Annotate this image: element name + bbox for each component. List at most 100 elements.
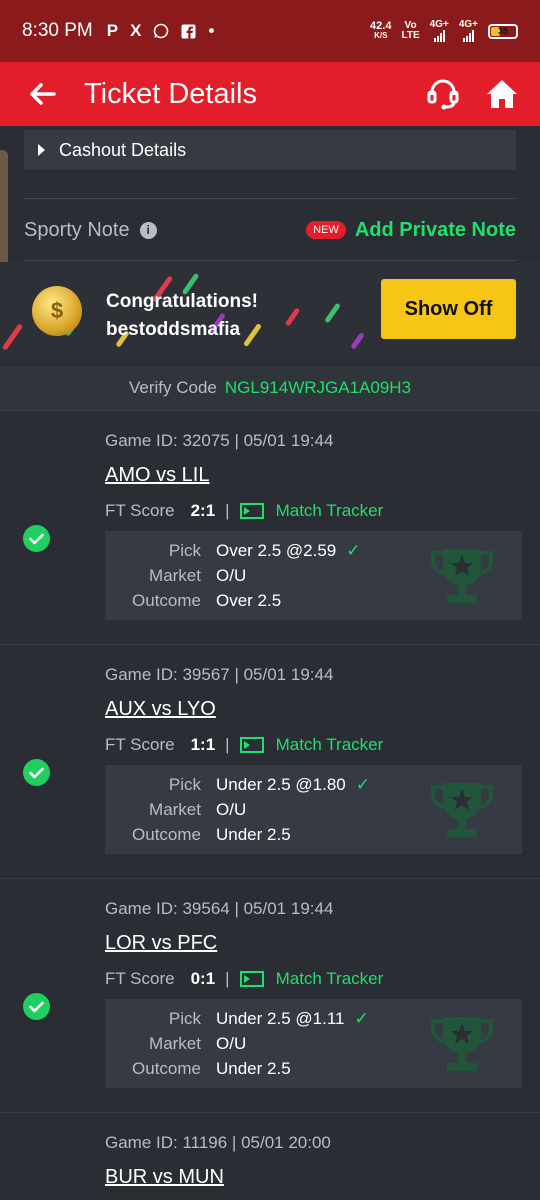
facebook-icon [181, 24, 196, 39]
pick-details: Pick Under 2.5 @1.80 ✓ Market O/U Outcome Un… [105, 765, 522, 854]
volte-bottom: LTE [401, 30, 420, 41]
cashout-label: Cashout Details [59, 139, 187, 160]
battery-level: 35 [497, 26, 508, 36]
notification-icons: P X • [107, 21, 215, 41]
game-id: Game ID: 39567 | 05/01 19:44 [105, 665, 334, 684]
info-icon[interactable]: i [139, 221, 157, 239]
ft-score-label: FT Score [105, 735, 175, 754]
coin-icon: $ [32, 286, 82, 336]
signal-bars-icon [433, 30, 445, 42]
match-tracker-icon[interactable] [239, 971, 264, 987]
pick-check-icon: ✓ [354, 1009, 369, 1028]
pick-label: Pick [168, 1009, 201, 1028]
ft-score-label: FT Score [105, 969, 175, 988]
ft-score-row: FT Score 0:1 | Match Tracker [105, 969, 383, 989]
game-id: Game ID: 11196 | 05/01 20:00 [105, 1133, 331, 1152]
pick-label: Pick [168, 541, 201, 560]
congrats-line1: Congratulations! [106, 291, 258, 312]
match-tracker-link[interactable]: Match Tracker [276, 735, 384, 755]
back-arrow-icon[interactable] [22, 82, 62, 106]
side-handle [0, 150, 8, 280]
customer-support-icon[interactable] [426, 77, 460, 111]
net-speed-unit: K/S [374, 31, 388, 40]
net-speed: 42.4 K/S [370, 21, 391, 41]
app-header: Ticket Details [0, 62, 540, 126]
match-tracker-icon[interactable] [239, 737, 264, 753]
market-label: Market [149, 1034, 201, 1053]
congrats-banner: $ Congratulations! bestoddsmafia Show Of… [0, 262, 540, 364]
match-teams-link[interactable]: AUX vs LYO [105, 698, 216, 721]
sporty-note-label: Sporty Note [24, 218, 130, 241]
battery-icon: 35 [488, 23, 518, 39]
won-check-icon [23, 993, 50, 1020]
show-off-button[interactable]: Show Off [381, 279, 516, 339]
market-label: Market [149, 800, 201, 819]
match-teams-link[interactable]: BUR vs MUN [105, 1166, 224, 1189]
expand-triangle-icon [38, 144, 45, 156]
score-separator: | [225, 501, 230, 520]
outcome-label: Outcome [132, 825, 201, 844]
signal-bars-icon [462, 30, 474, 42]
dot-icon: • [208, 21, 215, 40]
sim1-label: 4G+ [429, 19, 449, 30]
status-time: 8:30 PM [22, 20, 93, 41]
verify-code-label: Verify Code [128, 378, 217, 397]
trophy-icon [431, 783, 493, 837]
market-label: Market [149, 566, 201, 585]
page-title: Ticket Details [84, 77, 257, 110]
system-indicators: 42.4 K/S Vo LTE 4G+ 4G+ 35 [370, 20, 518, 42]
match-teams-link[interactable]: LOR vs PFC [105, 932, 217, 955]
add-private-note-button[interactable]: NEW Add Private Note [306, 219, 516, 242]
net-speed-value: 42.4 [370, 20, 392, 32]
pick-value: Under 2.5 @1.11 [216, 1009, 345, 1028]
won-check-icon [23, 759, 50, 786]
score-separator: | [225, 969, 230, 988]
sim1-signal: 4G+ [430, 20, 449, 42]
x-app-icon: X [130, 21, 142, 40]
match-tracker-link[interactable]: Match Tracker [276, 501, 384, 521]
game-id: Game ID: 32075 | 05/01 19:44 [105, 431, 334, 450]
outcome-label: Outcome [132, 1059, 201, 1078]
game-id: Game ID: 39564 | 05/01 19:44 [105, 899, 334, 918]
sim2-label: 4G+ [458, 19, 478, 30]
congrats-username: bestoddsmafia [106, 319, 241, 340]
trophy-icon [431, 1017, 493, 1071]
ft-score-label: FT Score [105, 501, 175, 520]
verify-code-value[interactable]: NGL914WRJGA1A09H3 [225, 378, 411, 398]
cashout-details-toggle[interactable]: Cashout Details [24, 130, 516, 170]
match-tracker-link[interactable]: Match Tracker [276, 969, 384, 989]
score-separator: | [225, 735, 230, 754]
game-card: Game ID: 32075 | 05/01 19:44 AMO vs LIL … [0, 410, 540, 644]
pick-label: Pick [168, 775, 201, 794]
ft-score-value: 2:1 [190, 501, 216, 520]
match-tracker-icon[interactable] [239, 503, 264, 519]
market-value: O/U [216, 1034, 247, 1053]
outcome-value: Under 2.5 [216, 825, 291, 844]
market-value: O/U [216, 566, 247, 585]
new-badge: NEW [306, 221, 346, 239]
ft-score-row: FT Score 2:1 | Match Tracker [105, 501, 383, 521]
divider [24, 198, 516, 199]
add-private-note-label: Add Private Note [354, 218, 516, 241]
pick-check-icon: ✓ [346, 541, 361, 560]
verify-code-row: Verify Code NGL914WRJGA1A09H3 [0, 366, 540, 410]
congrats-text: Congratulations! bestoddsmafia [106, 288, 258, 344]
ft-score-value: 0:1 [190, 969, 216, 988]
outcome-label: Outcome [132, 591, 201, 610]
divider [24, 260, 516, 261]
game-card: Game ID: 39567 | 05/01 19:44 AUX vs LYO … [0, 644, 540, 878]
pick-value: Under 2.5 @1.80 [216, 775, 346, 794]
pick-details: Pick Under 2.5 @1.11 ✓ Market O/U Outcome Un… [105, 999, 522, 1088]
game-card: Game ID: 11196 | 05/01 20:00 BUR vs MUN [0, 1112, 540, 1200]
volte-indicator: Vo LTE [401, 21, 419, 41]
status-bar: 8:30 PM P X • 42.4 K/S Vo LTE 4G+ 4G+ 35 [0, 0, 540, 62]
home-icon[interactable] [486, 79, 518, 109]
p-app-icon: P [106, 21, 119, 40]
sim2-signal: 4G+ [459, 20, 478, 42]
won-check-icon [23, 525, 50, 552]
match-teams-link[interactable]: AMO vs LIL [105, 464, 209, 487]
trophy-icon [431, 549, 493, 603]
ft-score-row: FT Score 1:1 | Match Tracker [105, 735, 383, 755]
pick-details: Pick Over 2.5 @2.59 ✓ Market O/U Outcome Ove… [105, 531, 522, 620]
outcome-value: Under 2.5 [216, 1059, 291, 1078]
